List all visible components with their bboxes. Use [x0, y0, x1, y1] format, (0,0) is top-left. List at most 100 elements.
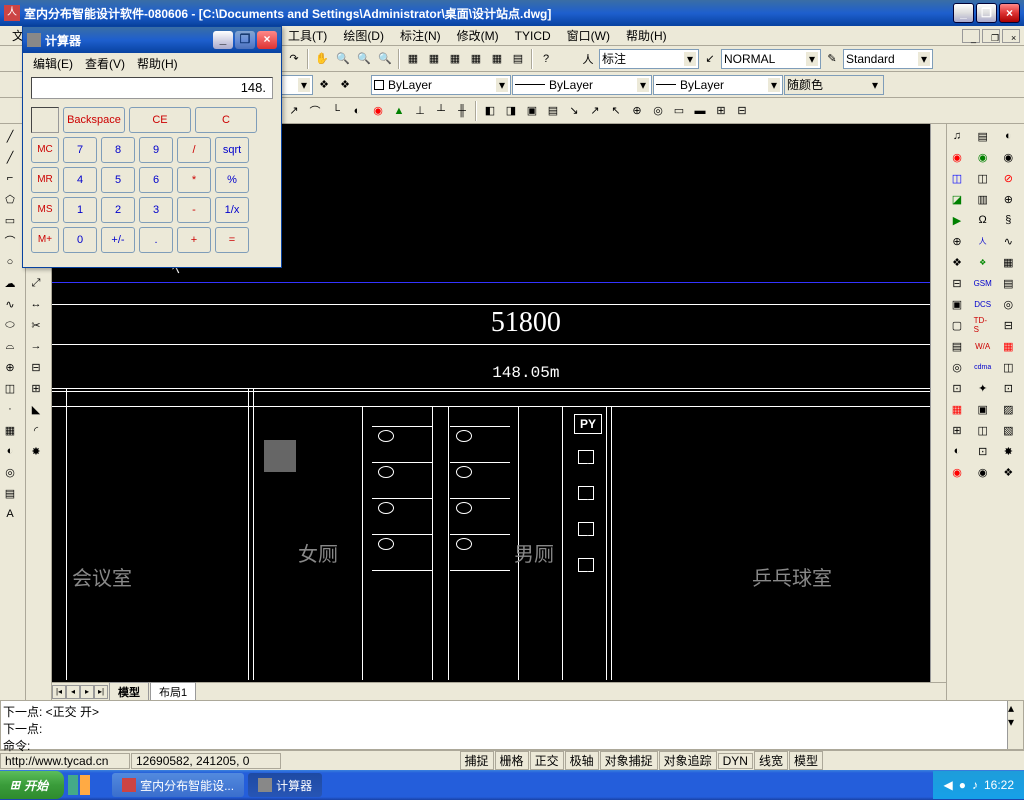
rect-icon[interactable]: ▭: [0, 210, 20, 230]
taskbtn-calc[interactable]: 计算器: [248, 773, 322, 797]
d10-icon[interactable]: ▭: [669, 101, 689, 121]
rt24-icon[interactable]: Ω: [973, 210, 993, 230]
arc-icon[interactable]: ⌒: [0, 231, 20, 251]
rt-gsm-icon[interactable]: GSM: [973, 273, 993, 293]
systray[interactable]: ◀ ● ♪ 16:22: [933, 771, 1024, 799]
tray-icon3[interactable]: ♪: [972, 778, 978, 792]
join-icon[interactable]: ⊞: [26, 378, 46, 398]
rt38-icon[interactable]: ◎: [998, 294, 1018, 314]
d3-icon[interactable]: ▣: [522, 101, 542, 121]
rt32-icon[interactable]: ⊘: [998, 168, 1018, 188]
calc-sub[interactable]: -: [177, 197, 211, 223]
polygon-icon[interactable]: ⬠: [0, 189, 20, 209]
dimcnt-icon[interactable]: ╫: [452, 101, 472, 121]
insert-icon[interactable]: ⊕: [0, 357, 20, 377]
calc-mc[interactable]: MC: [31, 137, 59, 163]
lineweight-combo[interactable]: ByLayer▾: [653, 75, 783, 95]
menu-dim[interactable]: 标注(N): [392, 25, 449, 46]
dimdia-icon[interactable]: ◉: [368, 101, 388, 121]
rt27-icon[interactable]: ◫: [973, 420, 993, 440]
rt22-icon[interactable]: ◫: [973, 168, 993, 188]
rt-tds-icon[interactable]: TD-S: [973, 315, 993, 335]
rt20-icon[interactable]: ▤: [973, 126, 993, 146]
ellipse-icon[interactable]: ⬭: [0, 315, 20, 335]
close-button[interactable]: ×: [999, 3, 1020, 23]
dc-icon[interactable]: ▦: [424, 49, 444, 69]
rt41-icon[interactable]: ◫: [998, 357, 1018, 377]
d9-icon[interactable]: ◎: [648, 101, 668, 121]
rt14-icon[interactable]: ▦: [947, 399, 967, 419]
rt29-icon[interactable]: ◉: [973, 462, 993, 482]
extend-icon[interactable]: →: [26, 336, 46, 356]
calc-3[interactable]: 3: [139, 197, 173, 223]
calc-icon[interactable]: ▤: [508, 49, 528, 69]
revcloud-icon[interactable]: ☁: [0, 273, 20, 293]
zoom-prev-icon[interactable]: 🔍: [375, 49, 395, 69]
rt26-icon[interactable]: ▣: [973, 399, 993, 419]
d1-icon[interactable]: ◧: [480, 101, 500, 121]
d11-icon[interactable]: ▬: [690, 101, 710, 121]
calc-menu-help[interactable]: 帮助(H): [131, 53, 184, 74]
d4-icon[interactable]: ▤: [543, 101, 563, 121]
calc-menu-edit[interactable]: 编辑(E): [27, 53, 79, 74]
scale-icon[interactable]: ⤢: [26, 273, 46, 293]
rt34-icon[interactable]: §: [998, 210, 1018, 230]
rt-aaa-icon[interactable]: 人: [973, 231, 993, 251]
d5-icon[interactable]: ↘: [564, 101, 584, 121]
dimord-icon[interactable]: └: [326, 101, 346, 121]
rt13-icon[interactable]: ⊡: [947, 378, 967, 398]
dim-update-icon[interactable]: ↙: [700, 49, 720, 69]
pan-icon[interactable]: ✋: [312, 49, 332, 69]
menu-window[interactable]: 窗口(W): [559, 25, 618, 46]
rt-dcs-icon[interactable]: DCS: [973, 294, 993, 314]
redo-icon[interactable]: ↷: [284, 49, 304, 69]
calc-mul[interactable]: *: [177, 167, 211, 193]
rt9-icon[interactable]: ▣: [947, 294, 967, 314]
rt44-icon[interactable]: ▧: [998, 420, 1018, 440]
rt28-icon[interactable]: ⊡: [973, 441, 993, 461]
break-icon[interactable]: ⊟: [26, 357, 46, 377]
hatch-icon[interactable]: ▦: [0, 420, 20, 440]
rt-bbb-icon[interactable]: ❖: [973, 252, 993, 272]
rt11-icon[interactable]: ▤: [947, 336, 967, 356]
calc-titlebar[interactable]: 计算器 _ ❐ ×: [23, 27, 281, 53]
taskbtn-app[interactable]: 室内分布智能设...: [112, 773, 244, 797]
rt21-icon[interactable]: ◉: [973, 147, 993, 167]
fillet-icon[interactable]: ◜: [26, 420, 46, 440]
calc-div[interactable]: /: [177, 137, 211, 163]
tab-layout1[interactable]: 布局1: [150, 682, 196, 701]
mdi-close[interactable]: ×: [1002, 29, 1020, 43]
rt45-icon[interactable]: ✸: [998, 441, 1018, 461]
mdi-restore[interactable]: ❐: [982, 29, 1000, 43]
stretch-icon[interactable]: ↔: [26, 294, 46, 314]
calc-7[interactable]: 7: [63, 137, 97, 163]
calc-ms[interactable]: MS: [31, 197, 59, 223]
rt23-icon[interactable]: ▥: [973, 189, 993, 209]
calc-c[interactable]: C: [195, 107, 257, 133]
calc-9[interactable]: 9: [139, 137, 173, 163]
color-combo[interactable]: ByLayer▾: [371, 75, 511, 95]
rt4-icon[interactable]: ◪: [947, 189, 967, 209]
calc-neg[interactable]: +/-: [101, 227, 135, 253]
calc-6[interactable]: 6: [139, 167, 173, 193]
tab-first-icon[interactable]: |◂: [52, 685, 66, 699]
calc-4[interactable]: 4: [63, 167, 97, 193]
calc-mr[interactable]: MR: [31, 167, 59, 193]
maximize-button[interactable]: ❐: [976, 3, 997, 23]
dimali-icon[interactable]: ↗: [284, 101, 304, 121]
dimrad-icon[interactable]: ◐: [347, 101, 367, 121]
trim-icon[interactable]: ✂: [26, 315, 46, 335]
table-icon[interactable]: ▤: [0, 483, 20, 503]
mdi-min[interactable]: _: [962, 29, 980, 43]
menu-help[interactable]: 帮助(H): [618, 25, 675, 46]
block-icon[interactable]: ◫: [0, 378, 20, 398]
rt16-icon[interactable]: ◐: [947, 441, 967, 461]
menu-draw[interactable]: 绘图(D): [335, 25, 392, 46]
plotstyle-combo[interactable]: 随颜色▾: [784, 75, 884, 95]
rt42-icon[interactable]: ⊡: [998, 378, 1018, 398]
rt15-icon[interactable]: ⊞: [947, 420, 967, 440]
tab-prev-icon[interactable]: ◂: [66, 685, 80, 699]
rt30-icon[interactable]: ◐: [998, 126, 1018, 146]
rt35-icon[interactable]: ∿: [998, 231, 1018, 251]
rt3-icon[interactable]: ◫: [947, 168, 967, 188]
